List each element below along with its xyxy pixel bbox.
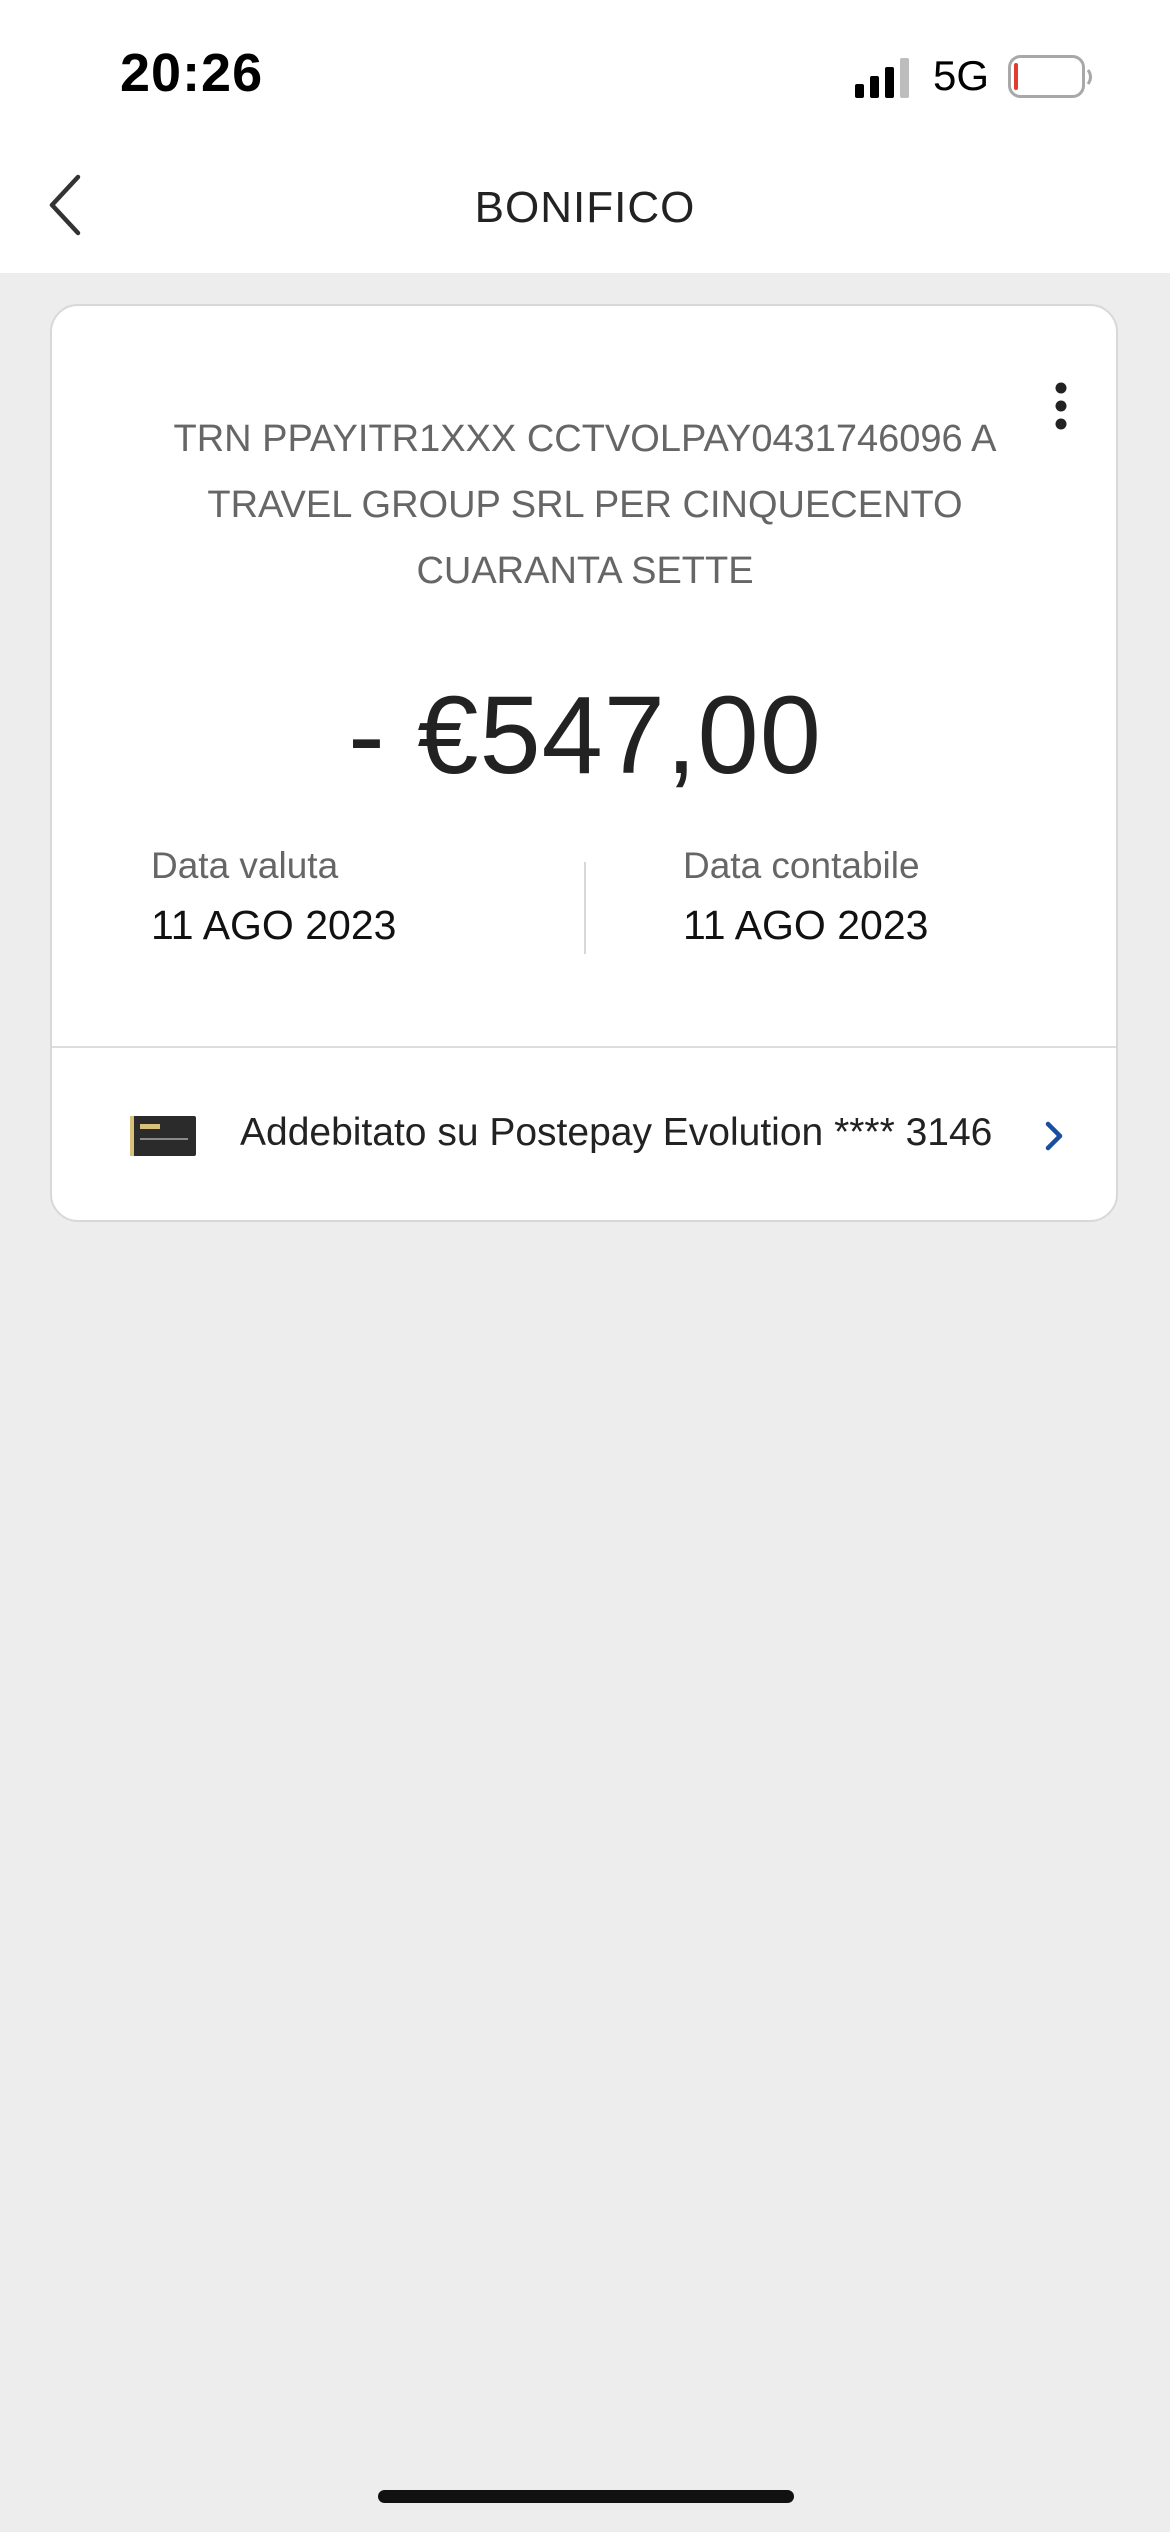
cellular-signal-icon: [855, 58, 909, 98]
network-type: 5G: [933, 52, 990, 99]
date-divider: [584, 862, 586, 954]
booking-date: 11 AGO 2023: [683, 902, 929, 948]
transaction-description: TRN PPAYITR1XXX CCTVOLPAY0431746096 A TR…: [173, 418, 997, 592]
status-time: 20:26: [120, 43, 264, 103]
nav-bar: BONIFICO: [0, 145, 1170, 273]
home-indicator[interactable]: [378, 2490, 794, 2503]
chevron-right-icon: [1045, 1121, 1063, 1151]
value-date: 11 AGO 2023: [151, 902, 397, 948]
page-title: BONIFICO: [474, 183, 696, 232]
debited-account-label: Addebitato su Postepay Evolution **** 31…: [240, 1111, 993, 1154]
booking-date-label: Data contabile: [683, 845, 920, 886]
status-bar: 20:26 5G: [0, 0, 1170, 145]
battery-low-icon: [1008, 55, 1092, 98]
payment-card-icon: [130, 1116, 196, 1156]
transaction-amount: - €547,00: [348, 674, 822, 797]
value-date-label: Data valuta: [151, 845, 339, 886]
